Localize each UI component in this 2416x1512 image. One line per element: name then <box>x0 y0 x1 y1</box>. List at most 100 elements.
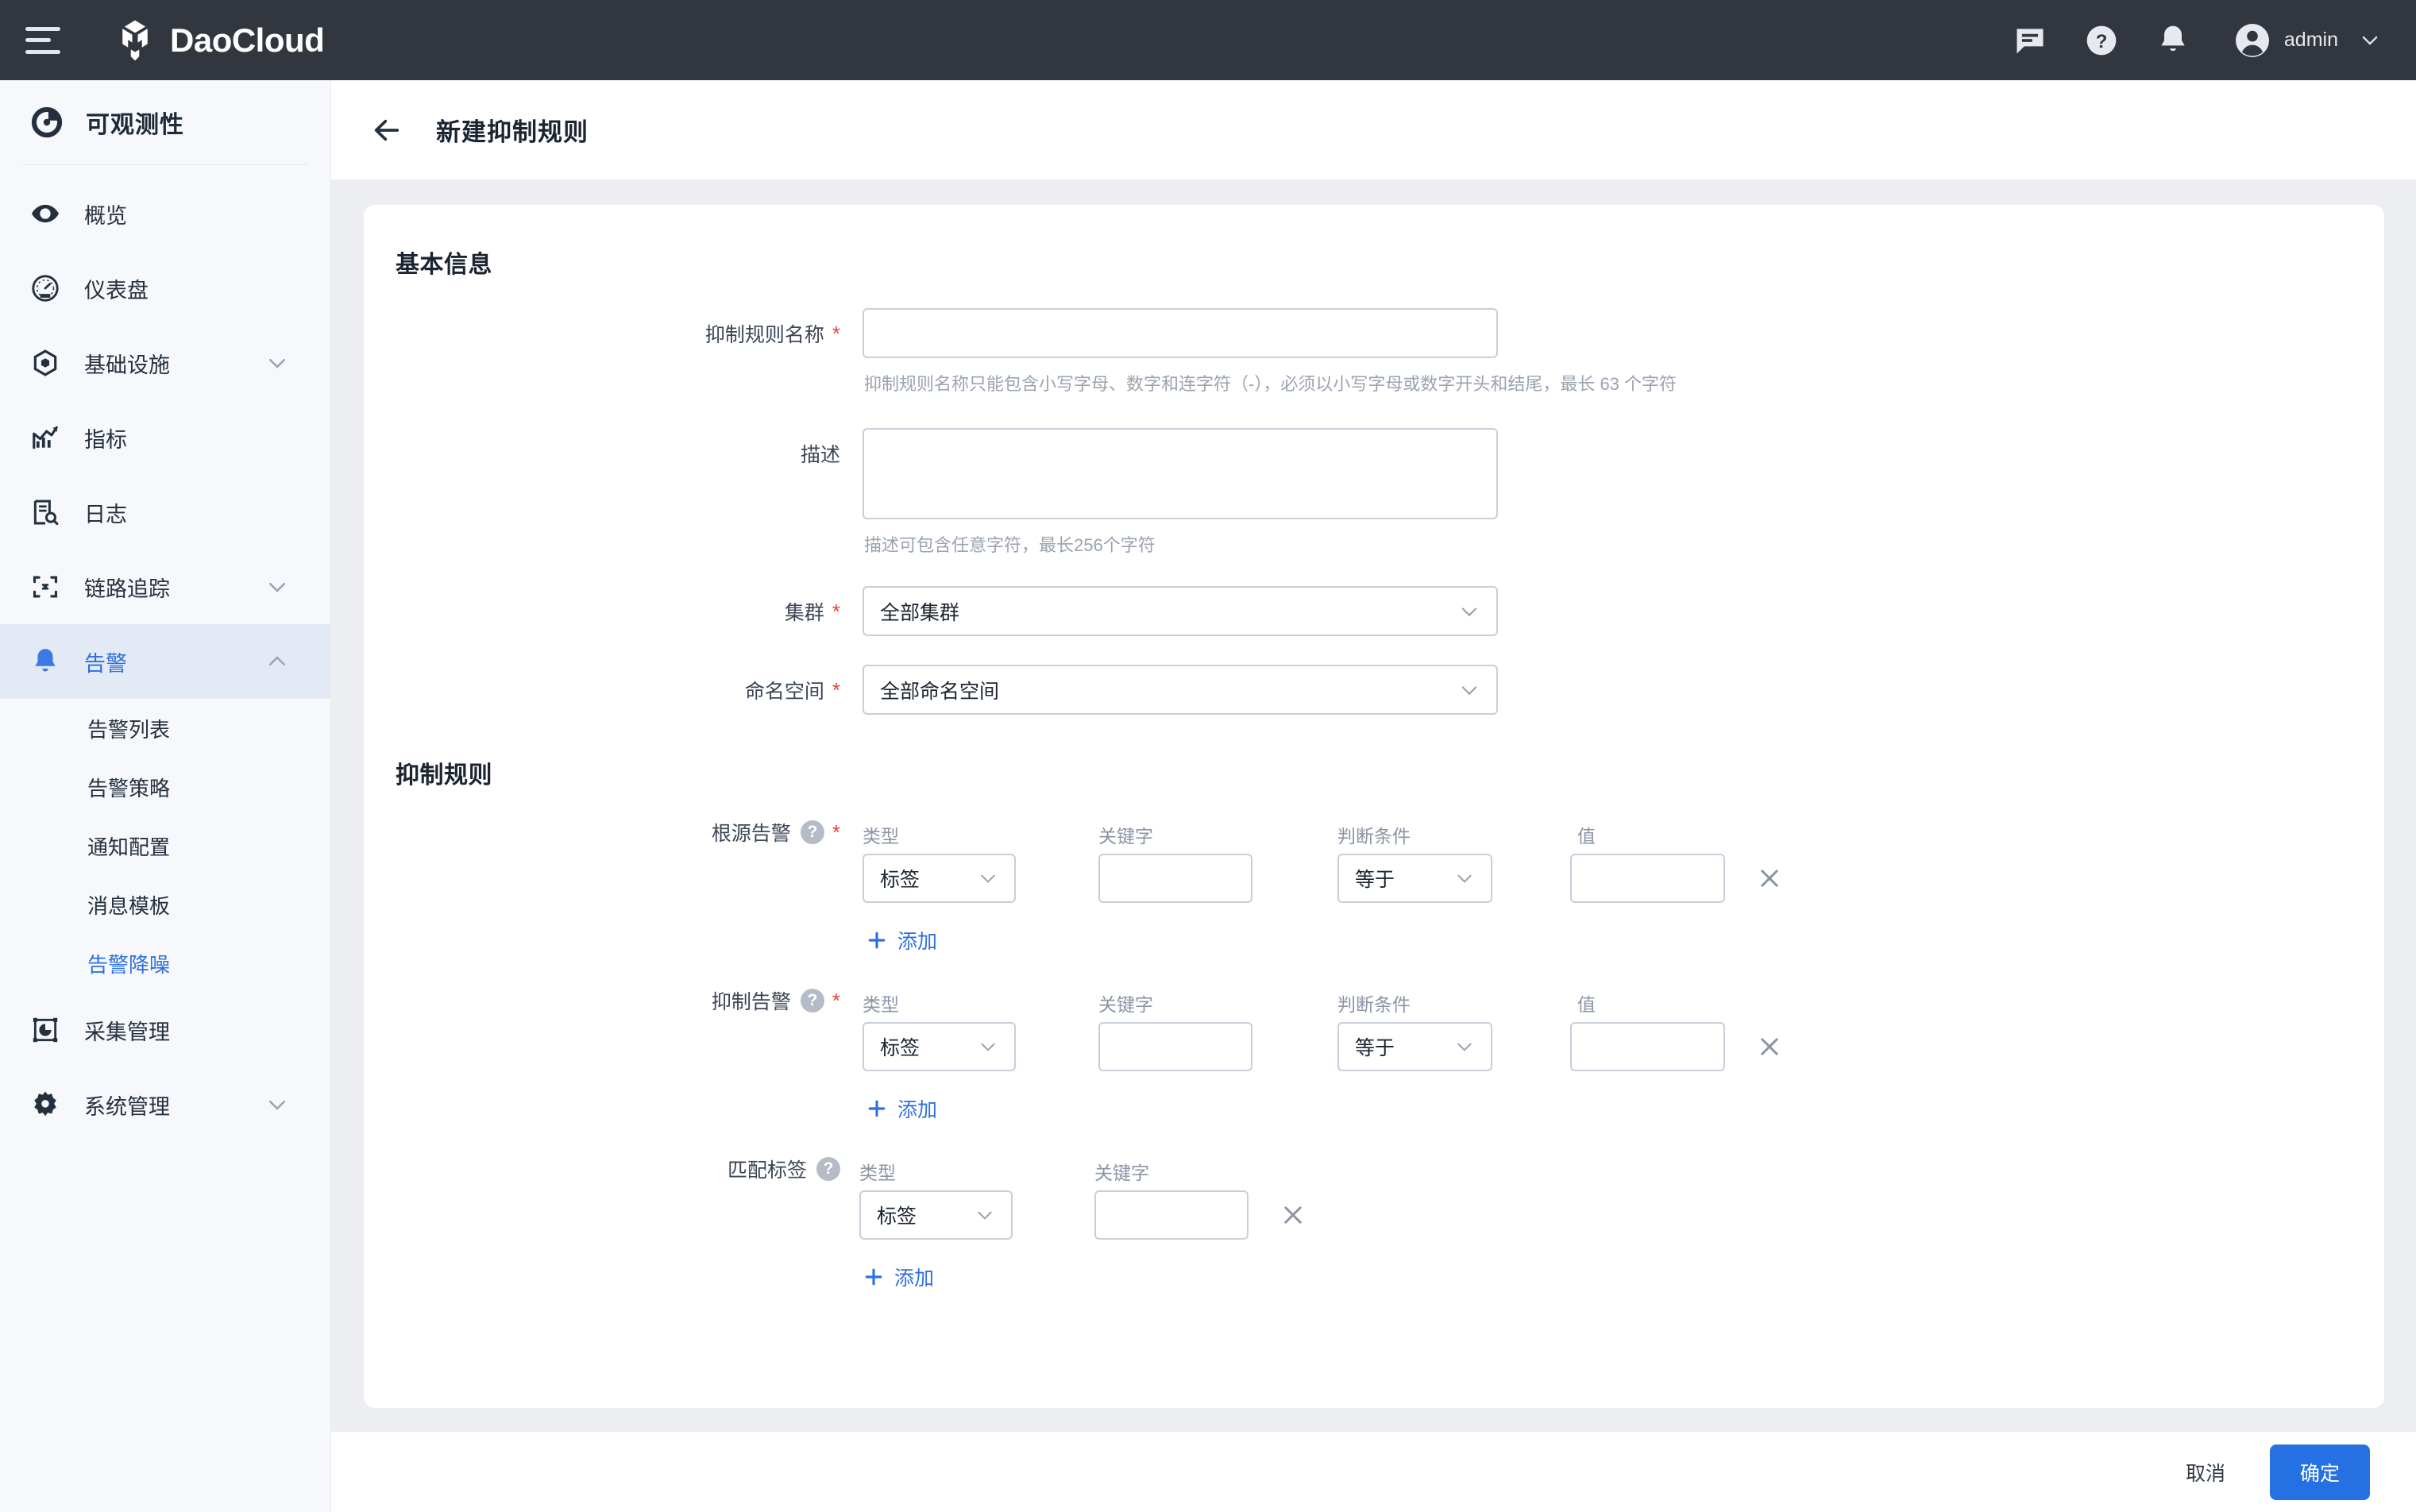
rule-name-input[interactable] <box>863 308 1498 358</box>
svg-text:?: ? <box>2096 31 2108 52</box>
chevron-down-icon <box>978 868 998 889</box>
column-header-condition: 判断条件 <box>1337 821 1411 848</box>
sidebar-subitem-label: 消息模板 <box>87 890 170 920</box>
inhibit-alert-value-input[interactable] <box>1570 1022 1725 1071</box>
cluster-label: 集群 <box>785 597 824 626</box>
cancel-button[interactable]: 取消 <box>2170 1447 2241 1498</box>
add-inhibit-alert-condition-button[interactable]: 添加 <box>866 1094 937 1123</box>
form-card: 基本信息 抑制规则名称 * 抑制规则名称只能包含小写字母、数字和连字符（-），必… <box>364 205 2384 1408</box>
chevron-down-icon <box>1454 868 1475 889</box>
sidebar-item-infrastructure[interactable]: 基础设施 <box>0 326 330 400</box>
cluster-select-value: 全部集群 <box>880 597 959 626</box>
chevron-down-icon <box>1458 679 1480 701</box>
brand-logo-area[interactable]: DaoCloud <box>113 18 324 63</box>
chevron-down-icon[interactable] <box>2359 29 2381 52</box>
description-label: 描述 <box>681 439 840 468</box>
add-root-alert-condition-button[interactable]: 添加 <box>866 926 937 955</box>
sidebar-item-metrics[interactable]: 指标 <box>0 400 330 475</box>
remove-row-icon[interactable] <box>1277 1199 1309 1231</box>
gauge-icon <box>29 273 62 303</box>
sidebar-subitem-alert-noise-reduction[interactable]: 告警降噪 <box>0 934 330 993</box>
match-label-label: 匹配标签 <box>728 1155 807 1183</box>
sidebar-subitem-alert-policy[interactable]: 告警策略 <box>0 758 330 816</box>
column-header-value: 值 <box>1577 989 1596 1016</box>
plus-icon <box>866 1097 888 1120</box>
message-icon[interactable] <box>2009 20 2051 61</box>
sidebar: 可观测性 概览 仪表盘 <box>0 80 331 1512</box>
chevron-down-icon <box>1454 1036 1475 1057</box>
gear-icon <box>29 1090 62 1120</box>
sidebar-item-label: 告警 <box>84 646 127 677</box>
sidebar-subitem-notification-config[interactable]: 通知配置 <box>0 816 330 875</box>
column-header-keyword: 关键字 <box>1098 989 1153 1016</box>
confirm-button[interactable]: 确定 <box>2270 1444 2370 1500</box>
rule-name-hint: 抑制规则名称只能包含小写字母、数字和连字符（-），必须以小写字母或数字开头和结尾… <box>864 370 1677 395</box>
help-circle-icon[interactable]: ? <box>816 1157 840 1181</box>
sidebar-item-tracing[interactable]: 链路追踪 <box>0 550 330 624</box>
sidebar-item-overview[interactable]: 概览 <box>0 176 330 251</box>
required-asterisk: * <box>832 601 840 622</box>
chevron-down-icon[interactable] <box>265 575 289 599</box>
help-circle-icon[interactable]: ? <box>801 989 824 1012</box>
help-circle-icon[interactable]: ? <box>2081 20 2122 61</box>
sidebar-item-collection-management[interactable]: 采集管理 <box>0 993 330 1067</box>
arrow-left-icon[interactable] <box>371 114 403 146</box>
cube-icon <box>29 348 62 378</box>
top-header-bar: DaoCloud ? <box>0 0 2416 80</box>
sidebar-subitem-message-template[interactable]: 消息模板 <box>0 875 330 934</box>
chevron-down-icon[interactable] <box>265 1093 289 1117</box>
add-match-label-button[interactable]: 添加 <box>863 1263 934 1291</box>
required-asterisk: * <box>832 323 840 344</box>
bell-icon[interactable] <box>2152 20 2194 61</box>
basic-info-section-title: 基本信息 <box>396 245 492 280</box>
sidebar-item-alerts[interactable]: 告警 <box>0 624 330 699</box>
remove-row-icon[interactable] <box>1754 862 1785 894</box>
user-menu[interactable]: admin <box>2233 21 2381 60</box>
header-actions: ? admin <box>1979 20 2381 61</box>
inhibit-alert-condition-select[interactable]: 等于 <box>1337 1022 1492 1071</box>
sidebar-product-title[interactable]: 可观测性 <box>0 80 330 164</box>
sidebar-item-label: 链路追踪 <box>84 572 170 603</box>
sidebar-product-label: 可观测性 <box>86 105 184 140</box>
sidebar-item-label: 采集管理 <box>84 1015 170 1046</box>
add-label: 添加 <box>894 1263 934 1291</box>
hamburger-line <box>25 38 51 42</box>
remove-row-icon[interactable] <box>1754 1031 1785 1063</box>
inhibit-alert-condition-value: 等于 <box>1355 1032 1395 1061</box>
namespace-select[interactable]: 全部命名空间 <box>863 665 1498 715</box>
help-circle-icon[interactable]: ? <box>801 820 824 844</box>
cluster-label-wrap: 集群 * <box>681 597 840 626</box>
avatar-icon <box>2233 21 2271 60</box>
rule-name-label-wrap: 抑制规则名称 * <box>681 319 840 348</box>
required-asterisk: * <box>832 822 840 843</box>
sidebar-subitem-alert-list[interactable]: 告警列表 <box>0 699 330 758</box>
column-header-condition: 判断条件 <box>1337 989 1411 1016</box>
root-alert-label-wrap: 根源告警 ? * <box>626 818 840 847</box>
trace-icon <box>29 572 62 602</box>
sidebar-item-system-management[interactable]: 系统管理 <box>0 1067 330 1142</box>
root-alert-value-input[interactable] <box>1570 854 1725 903</box>
hamburger-menu-icon[interactable] <box>25 27 60 54</box>
sidebar-item-label: 基础设施 <box>84 348 170 379</box>
daocloud-cube-logo-icon <box>113 18 157 63</box>
cluster-select[interactable]: 全部集群 <box>863 586 1498 636</box>
description-textarea[interactable] <box>863 428 1498 519</box>
match-label-type-select[interactable]: 标签 <box>859 1190 1013 1240</box>
inhibit-alert-type-select[interactable]: 标签 <box>863 1022 1016 1071</box>
root-alert-condition-select[interactable]: 等于 <box>1337 854 1492 903</box>
plus-icon <box>863 1266 885 1288</box>
sidebar-item-label: 仪表盘 <box>84 273 149 304</box>
match-label-keyword-input[interactable] <box>1094 1190 1249 1240</box>
inhibit-alert-keyword-input[interactable] <box>1098 1022 1252 1071</box>
sidebar-item-logs[interactable]: 日志 <box>0 475 330 550</box>
chevron-up-icon[interactable] <box>265 650 289 673</box>
content-area: 基本信息 抑制规则名称 * 抑制规则名称只能包含小写字母、数字和连字符（-），必… <box>331 179 2416 1512</box>
root-alert-type-select[interactable]: 标签 <box>863 854 1016 903</box>
page-title: 新建抑制规则 <box>436 112 589 148</box>
root-alert-keyword-input[interactable] <box>1098 854 1252 903</box>
sidebar-item-dashboard[interactable]: 仪表盘 <box>0 251 330 326</box>
sidebar-subitem-label: 告警降噪 <box>87 949 170 978</box>
chevron-down-icon[interactable] <box>265 351 289 375</box>
namespace-label: 命名空间 <box>745 676 824 704</box>
page-header: 新建抑制规则 <box>331 80 2416 179</box>
